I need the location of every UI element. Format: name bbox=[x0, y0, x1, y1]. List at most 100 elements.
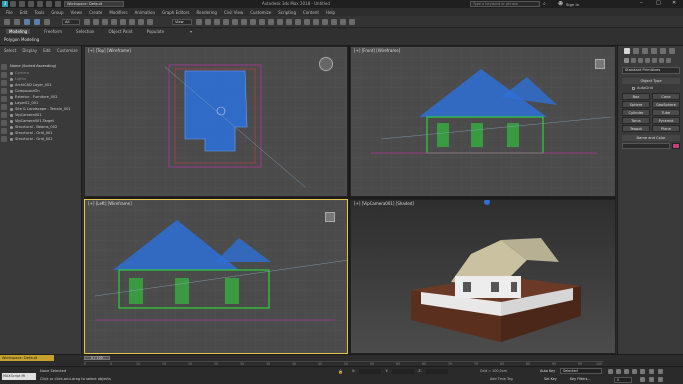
viewport-top-label[interactable]: [+] [Top] [Wireframe] bbox=[88, 48, 131, 53]
hierarchy-tab-icon[interactable] bbox=[642, 48, 648, 54]
menu-animation[interactable]: Animation bbox=[135, 10, 155, 15]
filter-cameras-icon[interactable] bbox=[1, 88, 7, 94]
save-icon[interactable] bbox=[28, 1, 34, 7]
name-color-rollout[interactable]: Name and Color bbox=[622, 135, 680, 141]
scene-tab-customize[interactable]: Customize bbox=[57, 48, 78, 53]
workspace-badge[interactable]: Workspace: Default bbox=[0, 355, 54, 361]
geometry-icon[interactable] bbox=[624, 58, 629, 63]
bind-space-warp-icon[interactable] bbox=[44, 19, 50, 25]
filter-containers-icon[interactable] bbox=[1, 136, 7, 142]
new-icon[interactable] bbox=[10, 1, 16, 7]
teapot-button[interactable]: Teapot bbox=[622, 125, 650, 132]
undo-icon[interactable] bbox=[37, 1, 43, 7]
play-icon[interactable] bbox=[624, 369, 629, 374]
user-icon[interactable]: ☻ bbox=[558, 1, 563, 7]
align-icon[interactable] bbox=[277, 19, 283, 25]
space-warps-icon[interactable] bbox=[659, 58, 664, 63]
rectangular-selection-icon[interactable] bbox=[102, 19, 108, 25]
lock-selection-icon[interactable]: 🔒 bbox=[338, 369, 343, 374]
percent-snap-icon[interactable] bbox=[241, 19, 247, 25]
systems-icon[interactable] bbox=[666, 58, 671, 63]
visibility-icon[interactable] bbox=[10, 107, 13, 111]
ribbon-tab-freeform[interactable]: Freeform bbox=[44, 29, 62, 34]
filter-helpers-icon[interactable] bbox=[1, 96, 7, 102]
viewport-left-label[interactable]: [+] [Left] [Wireframe] bbox=[88, 201, 132, 206]
viewcube-icon[interactable] bbox=[595, 59, 605, 69]
zoom-extents-icon[interactable] bbox=[658, 369, 663, 374]
material-editor-icon[interactable] bbox=[322, 19, 328, 25]
viewport-front-label[interactable]: [+] [Front] [Wireframe] bbox=[354, 48, 400, 53]
menu-modifiers[interactable]: Modifiers bbox=[109, 10, 127, 15]
next-frame-icon[interactable] bbox=[632, 369, 637, 374]
box-button[interactable]: Box bbox=[622, 93, 650, 100]
link-icon[interactable] bbox=[24, 19, 30, 25]
rotate-icon[interactable] bbox=[129, 19, 135, 25]
filter-lights-icon[interactable] bbox=[1, 80, 7, 86]
visibility-icon[interactable] bbox=[10, 101, 13, 105]
viewport-left[interactable]: [+] [Left] [Wireframe] bbox=[84, 199, 348, 354]
close-icon[interactable]: ✕ bbox=[672, 0, 676, 6]
redo-toolbar-icon[interactable] bbox=[14, 19, 20, 25]
cone-button[interactable]: Cone bbox=[652, 93, 680, 100]
menu-file[interactable]: File bbox=[6, 10, 13, 15]
mirror-icon[interactable] bbox=[268, 19, 274, 25]
redo-icon[interactable] bbox=[46, 1, 52, 7]
visibility-icon[interactable] bbox=[10, 113, 13, 117]
time-slider[interactable]: 0 / 100 bbox=[84, 356, 110, 360]
object-color-swatch[interactable] bbox=[672, 143, 680, 149]
rendered-frame-window-icon[interactable] bbox=[340, 19, 346, 25]
render-production-icon[interactable] bbox=[349, 19, 355, 25]
tube-button[interactable]: Tube bbox=[652, 109, 680, 116]
zoom-all-icon[interactable] bbox=[649, 369, 654, 374]
pivot-center-icon[interactable] bbox=[196, 19, 202, 25]
field-of-view-icon[interactable] bbox=[640, 377, 645, 382]
viewport-front[interactable]: [+] [Front] [Wireframe] bbox=[350, 46, 616, 197]
filter-geometry-icon[interactable] bbox=[1, 64, 7, 70]
motion-tab-icon[interactable] bbox=[651, 48, 657, 54]
select-object-icon[interactable] bbox=[84, 19, 90, 25]
scene-tab-select[interactable]: Select bbox=[4, 48, 16, 53]
ribbon-tab-selection[interactable]: Selection bbox=[76, 29, 94, 34]
lights-icon[interactable] bbox=[638, 58, 643, 63]
autogrid-checkbox-box[interactable] bbox=[632, 86, 635, 90]
modify-tab-icon[interactable] bbox=[633, 48, 639, 54]
object-type-rollout[interactable]: Object Type bbox=[622, 78, 680, 84]
schematic-view-icon[interactable] bbox=[313, 19, 319, 25]
viewcube-icon[interactable] bbox=[325, 212, 335, 222]
current-frame-field[interactable]: 0 bbox=[614, 377, 632, 383]
scene-tab-edit[interactable]: Edit bbox=[43, 48, 51, 53]
render-setup-icon[interactable] bbox=[331, 19, 337, 25]
geosphere-button[interactable]: GeoSphere bbox=[652, 101, 680, 108]
menu-tools[interactable]: Tools bbox=[34, 10, 44, 15]
menu-create[interactable]: Create bbox=[89, 10, 102, 15]
cylinder-button[interactable]: Cylinder bbox=[622, 109, 650, 116]
named-selection-icon[interactable] bbox=[259, 19, 265, 25]
visibility-icon[interactable] bbox=[10, 125, 13, 129]
object-name-field[interactable] bbox=[622, 143, 670, 149]
shapes-icon[interactable] bbox=[631, 58, 636, 63]
move-icon[interactable] bbox=[120, 19, 126, 25]
orbit-icon[interactable] bbox=[658, 377, 663, 382]
filter-bones-icon[interactable] bbox=[1, 128, 7, 134]
menu-customize[interactable]: Customize bbox=[250, 10, 271, 15]
select-by-name-icon[interactable] bbox=[93, 19, 99, 25]
menu-rendering[interactable]: Rendering bbox=[197, 10, 217, 15]
menu-views[interactable]: Views bbox=[71, 10, 83, 15]
coord-z-field[interactable] bbox=[425, 369, 448, 374]
filter-groups-icon[interactable] bbox=[1, 112, 7, 118]
menu-graph-editors[interactable]: Graph Editors bbox=[162, 10, 189, 15]
visibility-icon[interactable] bbox=[10, 89, 13, 93]
menu-help[interactable]: Help bbox=[326, 10, 335, 15]
set-key-button[interactable]: Set Key bbox=[544, 377, 557, 381]
menu-civil-view[interactable]: Civil View bbox=[224, 10, 243, 15]
unlink-icon[interactable] bbox=[34, 19, 40, 25]
viewport-camera[interactable]: [+] [VipCamera001] [Shaded] bbox=[350, 199, 616, 354]
filter-shapes-icon[interactable] bbox=[1, 72, 7, 78]
viewport-camera-label[interactable]: [+] [VipCamera001] [Shaded] bbox=[354, 201, 414, 206]
curve-editor-icon[interactable] bbox=[304, 19, 310, 25]
coord-y-field[interactable] bbox=[392, 369, 415, 374]
filter-xrefs-icon[interactable] bbox=[1, 120, 7, 126]
previous-frame-icon[interactable] bbox=[616, 369, 621, 374]
menu-edit[interactable]: Edit bbox=[20, 10, 28, 15]
search-icon[interactable]: ⌕ bbox=[543, 1, 546, 7]
